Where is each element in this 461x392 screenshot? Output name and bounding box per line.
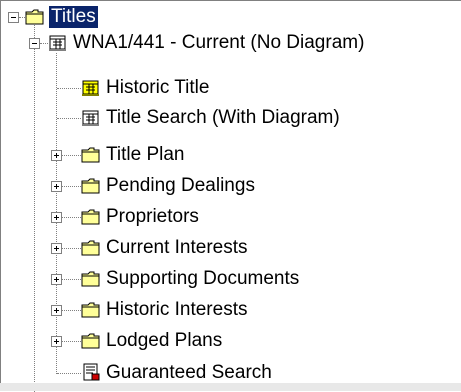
folder-icon	[81, 209, 100, 225]
tree-connector	[62, 186, 81, 187]
collapse-toggle[interactable]	[29, 38, 40, 49]
tree-node-label[interactable]: Supporting Documents	[106, 268, 299, 290]
tree-node-label[interactable]: Title Search (With Diagram)	[106, 107, 340, 129]
tree-node-label[interactable]: Lodged Plans	[106, 330, 222, 352]
tree-node-label[interactable]: Historic Title	[106, 77, 209, 99]
folder-icon	[81, 302, 100, 318]
tree-connector	[62, 217, 81, 218]
historic-title-icon	[82, 80, 99, 96]
tree-connector	[34, 49, 35, 392]
tree-node-label[interactable]: Pending Dealings	[106, 175, 255, 197]
expand-toggle[interactable]	[51, 212, 62, 223]
tree-node-label[interactable]: Guaranteed Search	[106, 362, 272, 384]
tree-node-root-label[interactable]: Titles	[48, 5, 99, 29]
tree-connector	[62, 310, 81, 311]
tree-connector	[40, 43, 48, 44]
tree-node-label[interactable]: Current Interests	[106, 237, 248, 259]
tree-view[interactable]: Titles WNA1/441 - Current (No Diagram) H…	[0, 0, 461, 392]
expand-toggle[interactable]	[51, 243, 62, 254]
tree-connector	[62, 279, 81, 280]
folder-icon	[81, 147, 100, 163]
expand-toggle[interactable]	[51, 336, 62, 347]
tree-node-label[interactable]: Historic Interests	[106, 299, 247, 321]
tree-node-label[interactable]: Proprietors	[106, 206, 199, 228]
tree-connector	[34, 25, 35, 38]
tree-connector	[57, 88, 81, 89]
folder-icon	[81, 178, 100, 194]
bottom-edge	[0, 383, 461, 391]
guaranteed-search-icon	[83, 363, 100, 381]
tree-node-title-label[interactable]: WNA1/441 - Current (No Diagram)	[73, 32, 364, 54]
expand-toggle[interactable]	[51, 305, 62, 316]
title-document-icon	[49, 35, 66, 51]
folder-icon	[81, 271, 100, 287]
folder-icon	[81, 240, 100, 256]
tree-connector	[57, 373, 81, 374]
expand-toggle[interactable]	[51, 181, 62, 192]
expand-toggle[interactable]	[51, 274, 62, 285]
folder-icon	[25, 9, 44, 25]
collapse-toggle[interactable]	[8, 12, 19, 23]
expand-toggle[interactable]	[51, 150, 62, 161]
folder-icon	[81, 333, 100, 349]
title-search-icon	[82, 110, 99, 126]
tree-connector	[62, 341, 81, 342]
tree-connector	[57, 118, 81, 119]
tree-node-label[interactable]: Title Plan	[106, 144, 185, 166]
tree-connector	[62, 248, 81, 249]
tree-connector	[62, 155, 81, 156]
